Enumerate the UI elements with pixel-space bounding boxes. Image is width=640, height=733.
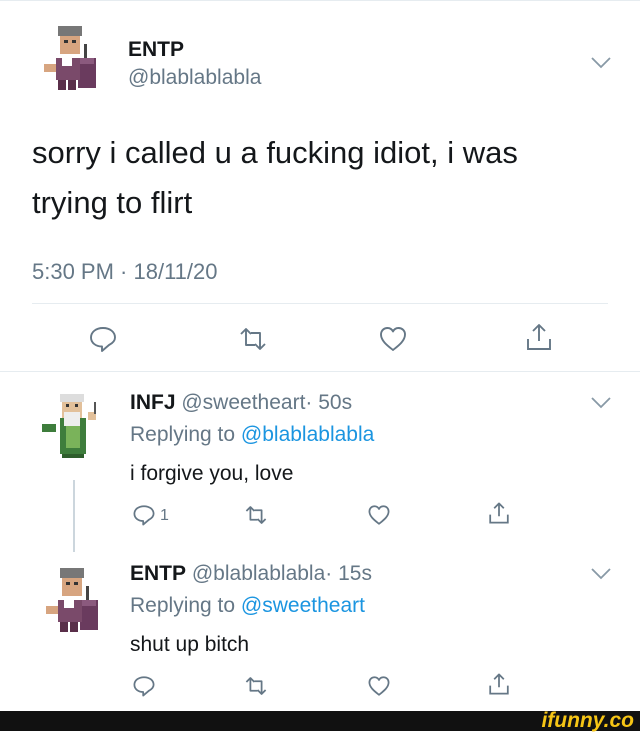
reply-icon[interactable] (88, 324, 118, 354)
replying-to: Replying to @blablablabla (130, 423, 374, 447)
reply-time[interactable]: · 15s (325, 562, 372, 585)
reply-count: 1 (160, 507, 169, 524)
reply-author-handle[interactable]: @sweetheart (181, 391, 305, 414)
reply-icon[interactable] (132, 503, 156, 527)
share-icon[interactable] (487, 501, 511, 525)
tweet-text-line-2: trying to flirt (32, 185, 193, 220)
share-icon[interactable] (487, 672, 511, 696)
share-icon[interactable] (524, 322, 554, 352)
reply-header: INFJ @sweetheart· 50s (130, 391, 352, 415)
reply-author-name[interactable]: ENTP (130, 562, 186, 585)
chevron-down-icon[interactable] (590, 56, 612, 70)
like-icon[interactable] (367, 503, 391, 527)
retweet-icon[interactable] (238, 324, 268, 354)
retweet-icon[interactable] (244, 503, 268, 527)
replying-to-label: Replying to (130, 423, 236, 446)
section-divider (0, 371, 640, 372)
reply-icon[interactable] (132, 674, 156, 698)
ifunny-logo: ifunny.co (541, 709, 634, 732)
avatar-entp[interactable] (34, 18, 106, 90)
tweet-timestamp[interactable]: 5:30 PM · 18/11/20 (32, 259, 218, 285)
reply-author-handle[interactable]: @blablablabla (192, 562, 325, 585)
top-divider (0, 0, 640, 1)
reply-text: i forgive you, love (130, 462, 294, 485)
reply-header: ENTP @blablablabla· 15s (130, 562, 372, 586)
reply-time[interactable]: · 50s (305, 391, 352, 414)
tweet-text-line-1: sorry i called u a fucking idiot, i was (32, 135, 518, 170)
divider (32, 303, 608, 304)
chevron-down-icon[interactable] (590, 396, 612, 410)
like-icon[interactable] (378, 324, 408, 354)
replying-to-link[interactable]: @sweetheart (241, 594, 365, 617)
thread-line (73, 480, 75, 552)
replying-to: Replying to @sweetheart (130, 594, 365, 618)
replying-to-link[interactable]: @blablablabla (241, 423, 374, 446)
author-name[interactable]: ENTP (128, 38, 184, 62)
like-icon[interactable] (367, 674, 391, 698)
avatar-entp[interactable] (36, 560, 108, 632)
chevron-down-icon[interactable] (590, 567, 612, 581)
replying-to-label: Replying to (130, 594, 236, 617)
avatar-infj[interactable] (36, 388, 108, 460)
reply-author-name[interactable]: INFJ (130, 391, 176, 414)
reply-text: shut up bitch (130, 633, 250, 656)
retweet-icon[interactable] (244, 674, 268, 698)
author-handle[interactable]: @blablablabla (128, 66, 261, 90)
